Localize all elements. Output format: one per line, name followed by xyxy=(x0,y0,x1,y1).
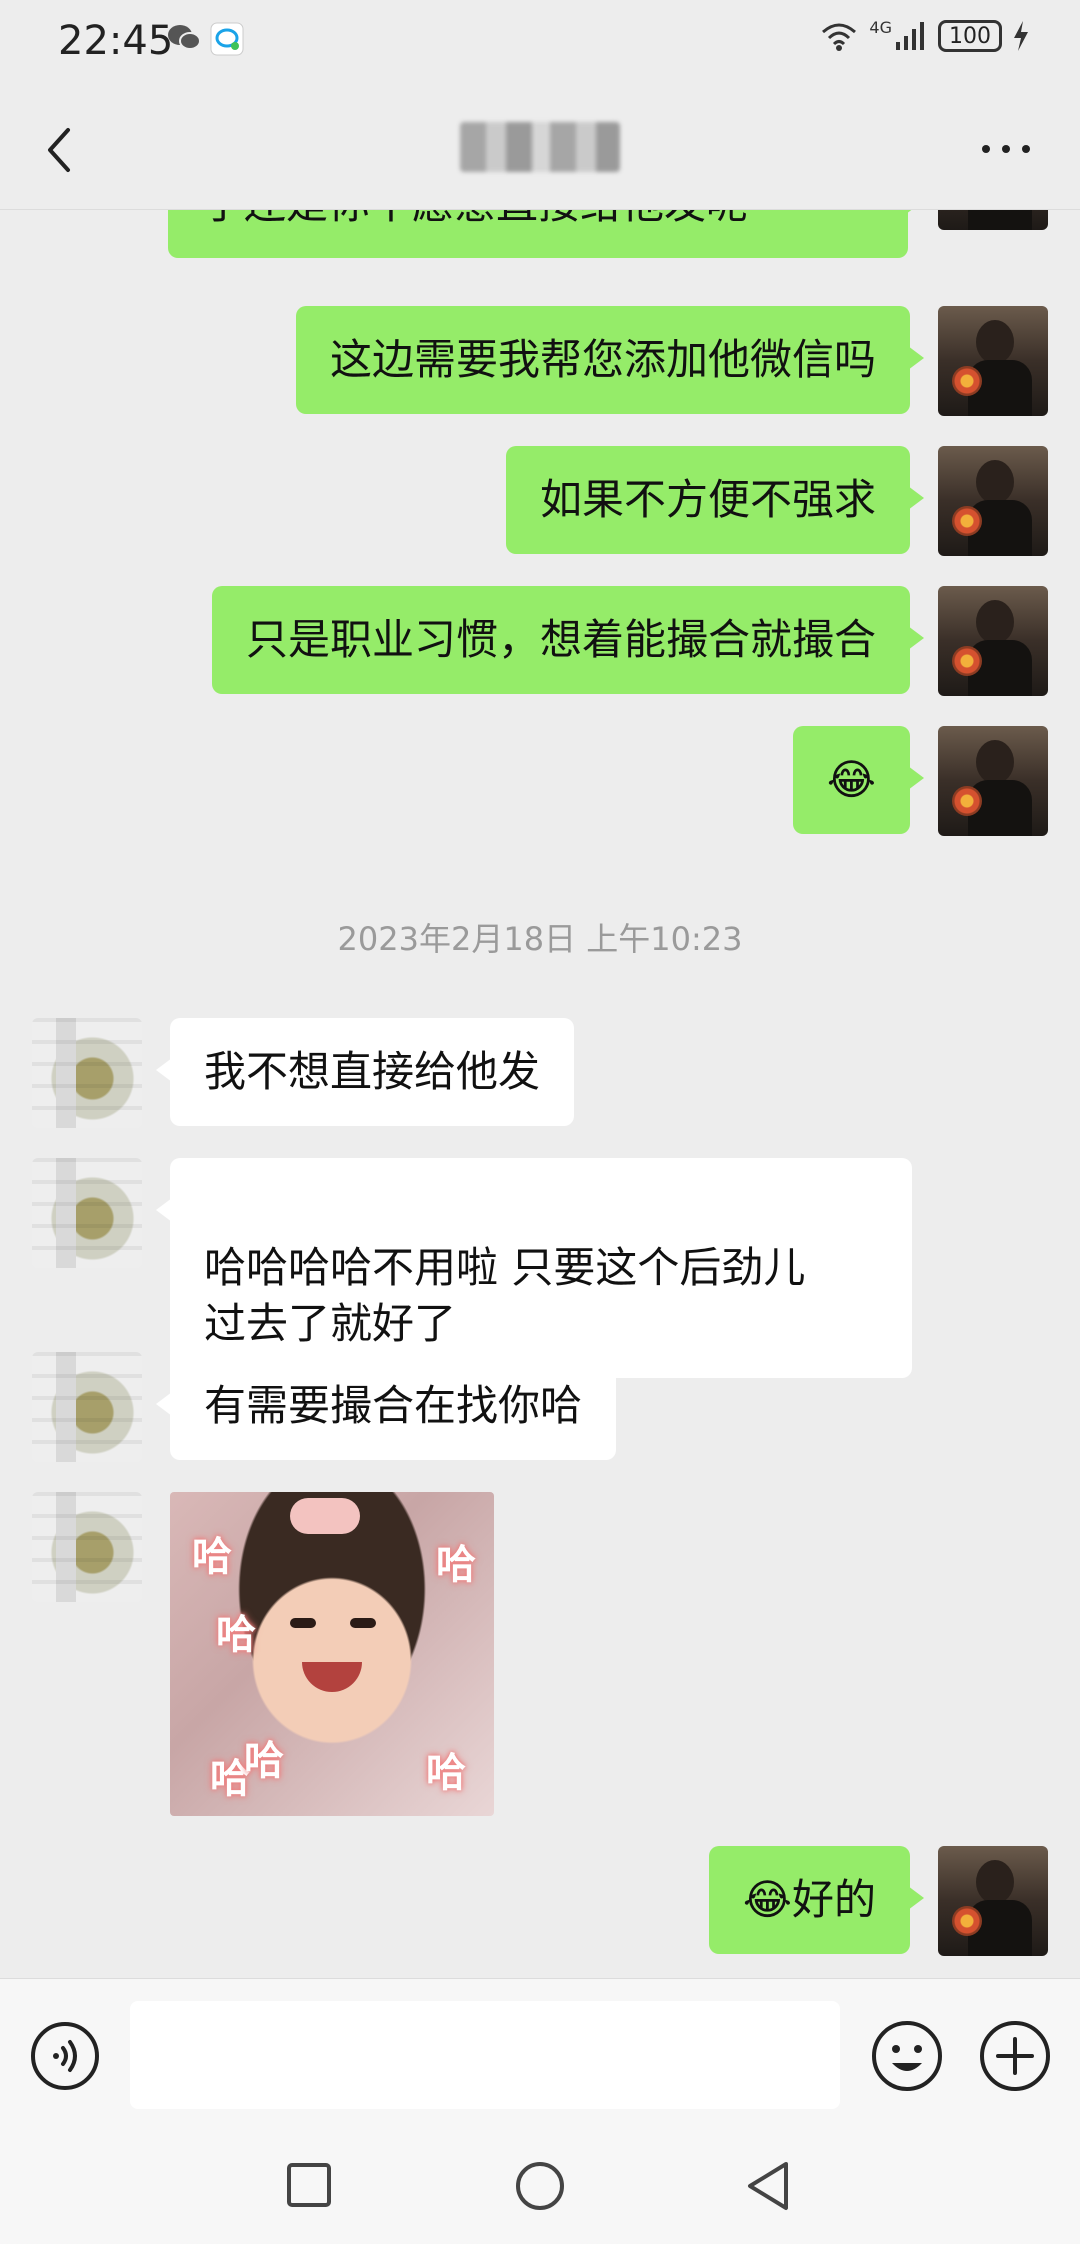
chat-area[interactable]: 了还是你不愿意直接给他发呢 这边需要我帮您添加他微信吗 如果不方便不强求 只是职… xyxy=(0,210,1080,1978)
message-text: 😂 xyxy=(826,755,876,804)
system-nav-bar xyxy=(0,2128,1080,2244)
message-row: 只是职业习惯，想着能撮合就撮合 xyxy=(0,586,1080,696)
plus-icon[interactable] xyxy=(978,2019,1052,2093)
recent-apps-icon[interactable] xyxy=(286,2162,332,2208)
mouth-shape xyxy=(302,1662,362,1692)
eye-shape xyxy=(350,1618,376,1628)
message-text: 😂好的 xyxy=(742,1875,876,1924)
avatar[interactable] xyxy=(32,1352,142,1462)
message-bubble[interactable]: 有需要撮合在找你哈 xyxy=(155,1352,617,1460)
message-row: 如果不方便不强求 xyxy=(0,446,1080,556)
sticker-text: 哈 xyxy=(244,1738,284,1784)
message-row: 了还是你不愿意直接给他发呢 xyxy=(0,210,1080,280)
message-text: 只是职业习惯，想着能撮合就撮合 xyxy=(245,615,876,664)
notification-icon xyxy=(210,22,244,56)
bow-shape xyxy=(290,1498,360,1534)
message-bubble[interactable]: 了还是你不愿意直接给他发呢 xyxy=(168,210,922,258)
sticker-image[interactable]: 哈 哈 哈 哈 哈 哈 xyxy=(170,1492,494,1816)
more-icon[interactable] xyxy=(976,134,1036,164)
message-bubble[interactable]: 😂 xyxy=(792,726,925,834)
message-text: 我不想直接给他发 xyxy=(204,1047,541,1096)
voice-icon[interactable] xyxy=(30,2021,100,2091)
status-bar: 22:45 4G 100 xyxy=(0,0,1080,84)
message-text: 哈哈哈哈不用啦 只要这个后劲儿 过去了就好了 xyxy=(204,1243,806,1348)
avatar[interactable] xyxy=(938,446,1048,556)
avatar[interactable] xyxy=(938,726,1048,836)
message-text: 有需要撮合在找你哈 xyxy=(204,1381,583,1430)
sticker-text: 哈 xyxy=(216,1612,256,1658)
battery-level: 100 xyxy=(949,23,991,49)
avatar[interactable] xyxy=(32,1492,142,1602)
message-row: 有需要撮合在找你哈 xyxy=(0,1352,1080,1462)
status-time: 22:45 xyxy=(58,18,174,64)
emoji-icon[interactable] xyxy=(870,2019,944,2093)
message-input[interactable] xyxy=(130,2001,840,2109)
network-type: 4G xyxy=(869,17,892,37)
wifi-icon xyxy=(822,23,857,51)
message-text: 如果不方便不强求 xyxy=(539,475,876,524)
message-row: 哈哈哈哈不用啦 只要这个后劲儿 过去了就好了 xyxy=(0,1158,1080,1378)
input-bar xyxy=(0,1978,1080,2128)
message-row: 这边需要我帮您添加他微信吗 xyxy=(0,306,1080,416)
contact-name xyxy=(460,124,620,170)
message-bubble[interactable]: 我不想直接给他发 xyxy=(155,1018,575,1126)
message-bubble[interactable]: 这边需要我帮您添加他微信吗 xyxy=(295,306,925,414)
message-row: 哈 哈 哈 哈 哈 哈 xyxy=(0,1492,1080,1816)
signal-icon xyxy=(896,22,924,50)
sticker-text: 哈 xyxy=(436,1542,476,1588)
message-row: 😂 xyxy=(0,726,1080,836)
battery-icon: 100 xyxy=(938,20,1002,52)
avatar[interactable] xyxy=(32,1018,142,1128)
message-bubble[interactable]: 只是职业习惯，想着能撮合就撮合 xyxy=(211,586,925,694)
avatar[interactable] xyxy=(32,1158,142,1268)
message-row: 我不想直接给他发 xyxy=(0,1018,1080,1128)
sticker-text: 哈 xyxy=(192,1534,232,1580)
avatar[interactable] xyxy=(938,1846,1048,1956)
avatar[interactable] xyxy=(938,306,1048,416)
chevron-left-icon[interactable] xyxy=(36,120,86,180)
charging-icon xyxy=(1014,21,1028,51)
message-bubble[interactable]: 😂好的 xyxy=(708,1846,925,1954)
eye-shape xyxy=(290,1618,316,1628)
avatar[interactable] xyxy=(938,586,1048,696)
wechat-icon xyxy=(168,25,201,50)
back-icon[interactable] xyxy=(744,2160,792,2212)
chat-header xyxy=(0,84,1080,210)
message-bubble[interactable]: 如果不方便不强求 xyxy=(505,446,925,554)
message-text: 了还是你不愿意直接给他发呢 xyxy=(202,210,748,228)
sticker-text: 哈 xyxy=(426,1750,466,1796)
home-icon[interactable] xyxy=(514,2160,566,2212)
message-bubble[interactable]: 哈哈哈哈不用啦 只要这个后劲儿 过去了就好了 xyxy=(156,1158,912,1378)
avatar[interactable] xyxy=(938,210,1048,230)
chat-timestamp: 2023年2月18日 上午10:23 xyxy=(337,920,743,958)
message-row: 😂好的 xyxy=(0,1846,1080,1956)
message-text: 这边需要我帮您添加他微信吗 xyxy=(329,335,876,384)
